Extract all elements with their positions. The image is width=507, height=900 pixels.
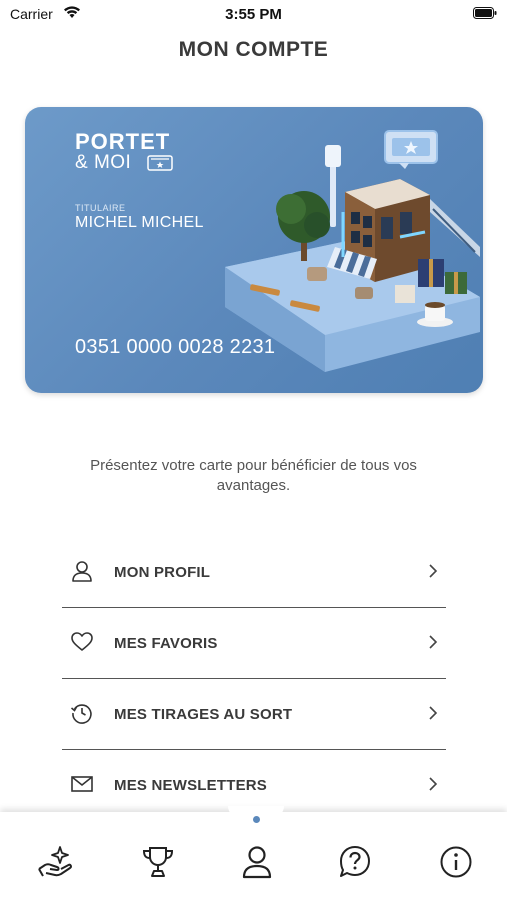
menu-item-label: MON PROFIL <box>114 564 211 581</box>
tab-advantages[interactable] <box>35 842 75 882</box>
chevron-right-icon <box>429 635 438 649</box>
battery-icon <box>473 7 497 19</box>
chevron-right-icon <box>429 564 438 578</box>
clock: 3:55 PM <box>225 6 282 23</box>
chevron-right-icon <box>429 777 438 791</box>
loyalty-card[interactable]: PORTET & MOI TITULAIRE MICHEL MICHEL 035… <box>25 107 483 393</box>
active-tab-indicator <box>253 816 260 823</box>
ticket-icon <box>147 155 173 171</box>
user-icon <box>72 561 92 582</box>
help-icon <box>340 846 370 877</box>
menu-item-profile[interactable]: MON PROFIL <box>62 537 446 608</box>
tab-account[interactable] <box>237 842 277 882</box>
info-icon <box>440 846 472 878</box>
heart-icon <box>71 632 93 651</box>
tab-trophies[interactable] <box>138 842 178 882</box>
page-title: MON COMPTE <box>178 38 329 61</box>
menu-item-favorites[interactable]: MES FAVORIS <box>62 608 446 679</box>
hand-sparkle-icon <box>38 846 72 877</box>
history-icon <box>70 704 92 724</box>
card-instructions: Présentez votre carte pour bénéficier de… <box>90 457 417 494</box>
tab-info[interactable] <box>436 842 476 882</box>
menu-item-label: MES NEWSLETTERS <box>114 777 268 794</box>
status-bar: Carrier 3:55 PM <box>0 0 507 28</box>
holder-name: MICHEL MICHEL <box>75 214 204 231</box>
menu-item-label: MES FAVORIS <box>114 635 218 652</box>
card-brand-subtitle: & MOI <box>75 152 132 173</box>
envelope-icon <box>71 776 93 792</box>
menu-item-draws[interactable]: MES TIRAGES AU SORT <box>62 679 446 750</box>
user-icon <box>242 846 272 879</box>
menu-item-label: MES TIRAGES AU SORT <box>114 706 293 723</box>
holder-label: TITULAIRE <box>75 203 126 213</box>
trophy-icon <box>142 847 174 877</box>
card-number: 0351 0000 0028 2231 <box>75 336 276 358</box>
account-menu: MON PROFIL MES FAVORIS MES TIRAGES AU SO… <box>62 537 446 820</box>
tab-bar <box>0 806 507 900</box>
tab-help[interactable] <box>335 842 375 882</box>
chevron-right-icon <box>429 706 438 720</box>
